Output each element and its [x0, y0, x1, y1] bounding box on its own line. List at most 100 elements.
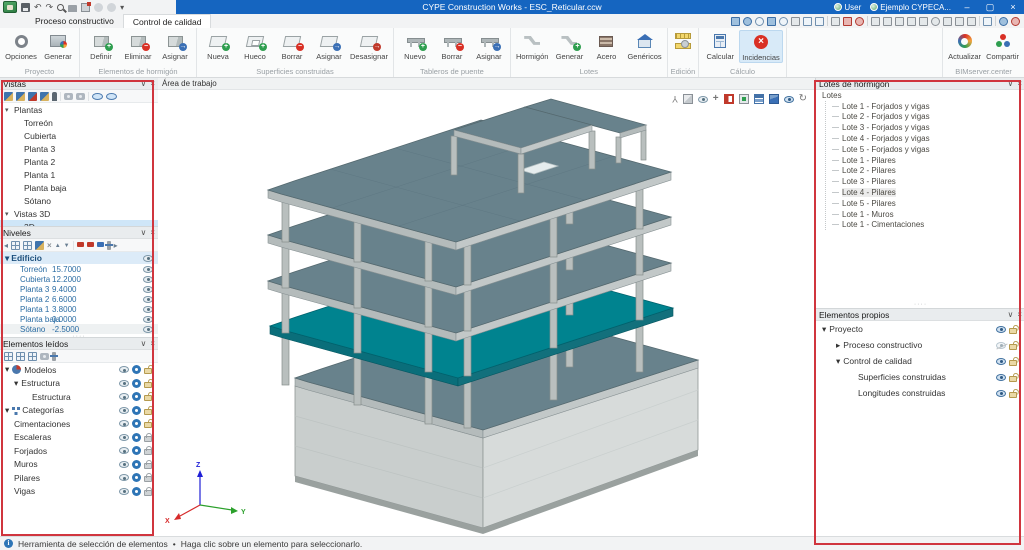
eye-icon[interactable]	[996, 374, 1006, 381]
tree-item[interactable]: Cubierta	[0, 129, 158, 142]
lote-item[interactable]: Lote 5 - Pilares	[826, 198, 1024, 209]
expand-arrow-icon[interactable]	[836, 340, 840, 351]
delete-view-icon[interactable]	[28, 92, 37, 101]
new-view-icon[interactable]	[16, 92, 25, 101]
lote-item[interactable]: Lote 3 - Forjados y vigas	[826, 122, 1024, 133]
project-account[interactable]: Ejemplo CYPECA...	[870, 3, 951, 12]
lock-icon[interactable]	[1009, 344, 1017, 350]
eye-icon[interactable]	[143, 286, 153, 293]
tree-row-longitudes[interactable]: Longitudes construidas	[816, 385, 1024, 401]
gear-icon[interactable]	[132, 419, 141, 428]
clock-icon[interactable]	[931, 17, 940, 26]
visibility-icon[interactable]	[698, 96, 708, 103]
solid-view-icon[interactable]	[769, 94, 779, 104]
actualizar-button[interactable]: Actualizar	[946, 30, 983, 61]
chevron-down-icon[interactable]	[140, 228, 146, 238]
lote-item[interactable]: Lote 5 - Forjados y vigas	[826, 144, 1024, 155]
gear-icon[interactable]	[132, 365, 141, 374]
redo-icon[interactable]	[46, 3, 54, 12]
camera-save-icon[interactable]	[76, 93, 85, 100]
user-account[interactable]: User	[834, 3, 861, 12]
tree-group-vistas-3d[interactable]: Vistas 3D	[0, 207, 158, 220]
level-row[interactable]: Planta baja0.0000	[0, 314, 158, 324]
cut-icon[interactable]	[967, 17, 976, 26]
orbit-icon[interactable]	[767, 17, 776, 26]
hueco-button[interactable]: Hueco	[237, 30, 273, 61]
level-row[interactable]: Planta 26.6000	[0, 294, 158, 304]
collapse-arrow-icon[interactable]	[5, 364, 9, 375]
delete-level-icon[interactable]	[47, 241, 52, 250]
collapse-arrow-icon[interactable]	[5, 210, 14, 218]
lock-icon[interactable]	[144, 409, 152, 415]
visibility-all-icon[interactable]	[106, 93, 117, 100]
scroll-right-icon[interactable]	[114, 241, 118, 250]
tab-control-de-calidad[interactable]: Control de calidad	[123, 14, 212, 28]
lock-icon[interactable]	[1009, 360, 1017, 366]
tree-row-category[interactable]: Forjados	[0, 444, 158, 458]
levels-grid-icon[interactable]	[11, 241, 20, 250]
lock-icon[interactable]	[144, 382, 152, 388]
eye-icon[interactable]	[143, 326, 153, 333]
tree-row-category[interactable]: Muros	[0, 458, 158, 472]
lote-item[interactable]: Lote 1 - Muros	[826, 209, 1024, 220]
lock-icon[interactable]	[144, 368, 152, 374]
lock-icon[interactable]	[144, 395, 152, 401]
tree-row-category[interactable]: Vigas	[0, 485, 158, 499]
lock-icon[interactable]	[144, 436, 152, 442]
close-icon[interactable]	[150, 79, 155, 89]
level-row[interactable]: Planta 39.4000	[0, 284, 158, 294]
close-icon[interactable]	[1017, 310, 1022, 320]
pan-icon[interactable]	[791, 17, 800, 26]
duplicate-view-icon[interactable]	[40, 92, 49, 101]
center-icon[interactable]	[803, 17, 812, 26]
gear-icon[interactable]	[132, 392, 141, 401]
pin-view-icon[interactable]	[52, 92, 57, 101]
bim-globe-icon[interactable]	[999, 17, 1008, 26]
comment-icon[interactable]	[955, 17, 964, 26]
export-icon[interactable]	[81, 3, 90, 12]
tree-row-control-calidad[interactable]: Control de calidad	[816, 353, 1024, 369]
collapse-arrow-icon[interactable]	[5, 106, 14, 114]
magnifier-icon[interactable]	[779, 17, 788, 26]
tree-item[interactable]: Sótano	[0, 194, 158, 207]
measure-length-icon[interactable]	[675, 33, 691, 39]
axes-toggle-icon[interactable]	[672, 94, 678, 104]
eye-icon[interactable]	[119, 366, 129, 373]
eye-icon[interactable]	[119, 434, 129, 441]
window-layout-icon[interactable]	[983, 17, 992, 26]
lote-item[interactable]: Lote 1 - Cimentaciones	[826, 220, 1024, 231]
tree-row-category[interactable]: Cimentaciones	[0, 417, 158, 431]
tree-item[interactable]: Torreón	[0, 116, 158, 129]
maximize-button[interactable]: ▢	[983, 0, 997, 14]
compartir-button[interactable]: Compartir	[984, 30, 1021, 61]
eye-icon[interactable]	[119, 393, 129, 400]
gear-icon[interactable]	[132, 473, 141, 482]
gear-icon[interactable]	[132, 446, 141, 455]
lote-item[interactable]: Lote 2 - Pilares	[826, 166, 1024, 177]
tree-row-categorias[interactable]: Categorías	[0, 404, 158, 418]
genericos-button[interactable]: Genéricos	[625, 30, 663, 61]
hormigon-lote-button[interactable]: Hormigón	[514, 30, 551, 61]
chevron-down-icon[interactable]	[1007, 310, 1013, 320]
move-down-icon[interactable]	[64, 240, 70, 251]
gear-icon[interactable]	[132, 406, 141, 415]
tree-item[interactable]: Planta baja	[0, 181, 158, 194]
collapse-arrow-icon[interactable]	[836, 356, 840, 367]
edit-level-icon[interactable]	[35, 241, 44, 250]
nueva-superficie-button[interactable]: Nueva	[200, 30, 236, 61]
lote-item[interactable]: Lote 1 - Forjados y vigas	[826, 101, 1024, 112]
toolbar-dropdown-icon[interactable]	[120, 3, 124, 12]
camera-icon[interactable]	[64, 93, 73, 100]
scroll-left-icon[interactable]	[4, 241, 8, 250]
help-globe-icon[interactable]	[1011, 17, 1020, 26]
lock-icon[interactable]	[1009, 392, 1017, 398]
nuevo-tablero-button[interactable]: Nuevo	[397, 30, 433, 61]
collapse-arrow-icon[interactable]	[14, 378, 18, 389]
tree-row-estructura[interactable]: Estructura	[0, 377, 158, 391]
eye-icon[interactable]	[143, 255, 153, 262]
render-icon[interactable]	[731, 17, 740, 26]
gear-icon[interactable]	[132, 379, 141, 388]
snapshot-icon[interactable]	[40, 353, 49, 360]
lote-item[interactable]: Lote 1 - Pilares	[826, 155, 1024, 166]
lock-icon[interactable]	[144, 449, 152, 455]
